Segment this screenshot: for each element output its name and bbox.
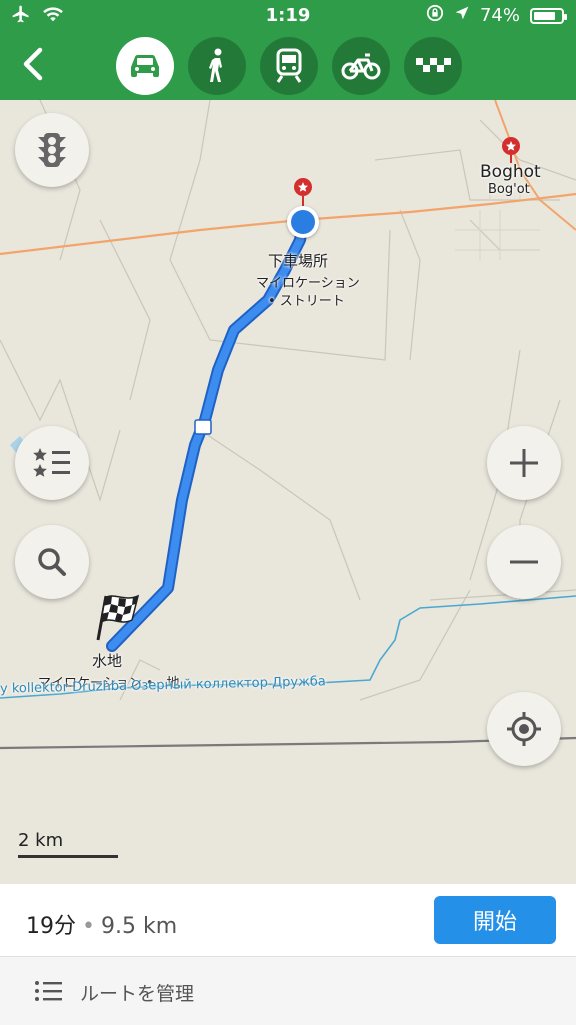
pedestrian-icon [209, 48, 222, 82]
bicycle-icon [341, 53, 381, 80]
my-location-button[interactable] [487, 692, 561, 766]
manage-route-button[interactable]: ルートを管理 [0, 956, 576, 1025]
end-label: 水地 [92, 652, 123, 670]
orientation-lock-icon [426, 4, 444, 27]
scale-bar [18, 855, 118, 858]
chevron-left-icon [23, 47, 43, 81]
traffic-button[interactable] [15, 113, 89, 187]
traffic-light-icon [38, 133, 66, 167]
route-distance: 9.5 km [100, 914, 178, 939]
bookmarks-button[interactable] [15, 426, 89, 500]
list-icon [34, 979, 64, 1007]
start-sublabel-1: マイロケーション [256, 276, 360, 291]
back-button[interactable] [14, 40, 54, 88]
route-time: 19分 [26, 914, 76, 939]
start-sublabel-2: • ストリート [268, 294, 345, 309]
battery-icon [530, 7, 567, 24]
battery-percent: 74% [479, 5, 520, 26]
mode-transit-button[interactable] [260, 37, 318, 95]
mode-taxi-button[interactable] [404, 37, 462, 95]
crosshair-location-icon [507, 712, 541, 746]
taxi-icon [416, 58, 451, 72]
minus-icon [510, 560, 538, 564]
zoom-in-button[interactable] [487, 426, 561, 500]
map-view[interactable]: 下車場所 マイロケーション • ストリート Boghot Bog'ot 水地 マ… [0, 100, 576, 884]
car-icon [131, 54, 159, 77]
status-bar: 1:19 74% [0, 0, 576, 32]
start-label: 下車場所 [268, 252, 329, 270]
route-panel: 19分 • 9.5 km 開始 ルートを管理 [0, 884, 576, 1025]
train-icon [276, 48, 302, 83]
route-summary: 19分 • 9.5 km [26, 908, 177, 940]
manage-route-label: ルートを管理 [80, 983, 195, 1005]
mode-bicycle-button[interactable] [332, 37, 390, 95]
route-separator: • [82, 914, 95, 939]
current-location-marker[interactable] [287, 206, 319, 238]
search-button[interactable] [15, 525, 89, 599]
mode-walk-button[interactable] [188, 37, 246, 95]
transport-mode-selector [116, 37, 462, 95]
city-name-alt: Bog'ot [488, 182, 530, 197]
search-icon [38, 548, 66, 576]
map-scale: 2 km [18, 830, 118, 858]
scale-label: 2 km [18, 830, 64, 851]
finish-flag-icon [90, 590, 142, 646]
zoom-out-button[interactable] [487, 525, 561, 599]
plus-icon [510, 449, 538, 477]
city-name: Boghot [480, 162, 541, 182]
bookmarks-list-icon [33, 448, 70, 477]
mode-car-button[interactable] [116, 37, 174, 95]
start-navigation-button[interactable]: 開始 [434, 896, 556, 944]
location-arrow-icon [454, 5, 470, 26]
top-bar: 1:19 74% [0, 0, 576, 100]
